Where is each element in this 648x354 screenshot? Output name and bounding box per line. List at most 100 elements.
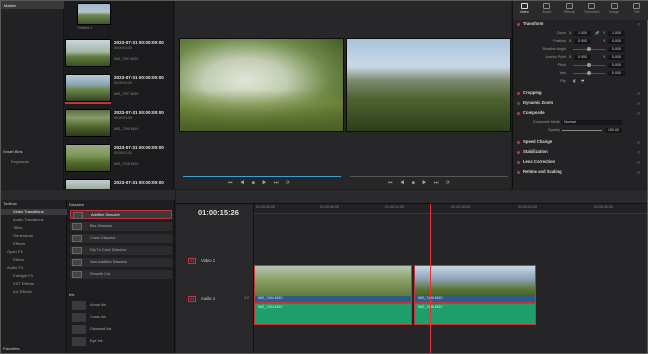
sidebar-item-filters[interactable]: Filters (1, 257, 67, 263)
reset-icon[interactable]: ↺ (637, 170, 640, 175)
sidebar-item-effects[interactable]: Effects (1, 241, 67, 247)
section-transform[interactable]: Transform ↺ (515, 21, 646, 29)
section-lens-correction[interactable]: Lens Correction ↺ (515, 159, 646, 167)
transition-eye-iris[interactable]: Eye Iris (70, 336, 172, 347)
transition-blur-dissolve[interactable]: Blur Dissolve (70, 222, 172, 231)
flip-vertical-icon[interactable]: ⬒ (581, 79, 584, 83)
tab-audio[interactable]: Audio (536, 3, 558, 20)
sidebar-item-open-fx[interactable]: Open FX (1, 249, 67, 255)
reset-icon[interactable]: ↺ (637, 160, 640, 165)
group-iris[interactable]: Iris (69, 292, 74, 297)
tab-video[interactable]: Video (513, 3, 535, 20)
flip-horizontal-icon[interactable]: ◧ (573, 79, 576, 83)
section-retime-scaling[interactable]: Retime and Scaling ↺ (515, 169, 646, 177)
tab-image[interactable]: Image (603, 3, 625, 20)
transition-cross-iris[interactable]: Cross Iris (70, 312, 172, 323)
opacity-slider[interactable] (562, 130, 602, 131)
timeline-viewer[interactable] (346, 38, 511, 132)
reset-icon[interactable]: ↺ (637, 150, 640, 155)
source-viewer[interactable] (179, 38, 344, 132)
audio-track-id[interactable]: A1 (188, 296, 197, 302)
sidebar-item-au-effects[interactable]: AU Effects (1, 289, 67, 295)
tab-file[interactable]: File (626, 3, 648, 20)
audio-clip-b[interactable]: IMG_7436.MOV (414, 303, 536, 325)
sidebar-item-vst-effects[interactable]: VST Effects (1, 281, 67, 287)
transition-arrow-iris[interactable]: Arrow Iris (70, 300, 172, 311)
transition-diamond-iris[interactable]: Diamond Iris (70, 324, 172, 335)
anchor-y-field[interactable]: 0.000 (608, 55, 625, 60)
composite-mode-select[interactable]: Normal (562, 120, 622, 125)
transition-dip-to-color[interactable]: Dip To Color Dissolve (70, 246, 172, 255)
position-x-field[interactable]: 0.000 (574, 39, 591, 44)
clip-sub: 00:00:01:00 (114, 116, 132, 120)
enable-dot[interactable] (517, 171, 520, 174)
yaw-field[interactable]: 0.000 (608, 71, 625, 76)
clip-sub: 00:00:01:00 (114, 81, 132, 85)
section-speed-change[interactable]: Speed Change ↺ (515, 139, 646, 147)
reset-icon[interactable]: ↺ (637, 111, 640, 116)
sidebar-item-audio-fx[interactable]: Audio FX (1, 265, 67, 271)
bin-master[interactable]: Master (1, 1, 64, 9)
position-y-field[interactable]: 0.000 (608, 39, 625, 44)
timeline-transport-controls[interactable]: ⏮ ◀ ■ ▶ ⏭ ⟳ (388, 180, 453, 186)
keywords-bin[interactable]: Keywords (3, 159, 64, 164)
tab-effects[interactable]: Effects (558, 3, 580, 20)
tab-transition[interactable]: Transition (581, 3, 603, 20)
section-cropping[interactable]: Cropping ↺ (515, 90, 646, 98)
section-dynamic-zoom[interactable]: Dynamic Zoom ↺ (515, 100, 646, 108)
sidebar-item-fairlight-fx[interactable]: Fairlight FX (1, 273, 67, 279)
playhead[interactable] (430, 204, 431, 353)
timeline-scrubber[interactable] (350, 176, 508, 177)
section-composite[interactable]: Composite ↺ (515, 110, 646, 118)
enable-dot[interactable] (517, 102, 520, 105)
video-clip-b[interactable]: IMG_7436.MOV (414, 265, 536, 303)
sidebar-item-audio-transitions[interactable]: Audio Transitions (1, 217, 67, 223)
video-track-id[interactable]: V1 (188, 258, 197, 264)
enable-dot[interactable] (517, 112, 520, 115)
opacity-field[interactable]: 100.00 (605, 128, 622, 133)
timeline-ruler[interactable]: 01:00:00:00 01:00:06:00 01:00:12:00 01:0… (254, 204, 647, 214)
ruler-tick: 01:00:24:00 (518, 205, 537, 209)
reset-icon[interactable]: ↺ (637, 101, 640, 106)
zoom-y-field[interactable]: 1.000 (608, 31, 625, 36)
enable-dot[interactable] (517, 141, 520, 144)
media-clip[interactable]: 2023-07-31 00:00:00:00 00:00:01:00 IMG_7… (65, 107, 173, 142)
reset-icon[interactable]: ↺ (637, 140, 640, 145)
transition-cross-dissolve[interactable]: Cross Dissolve (70, 234, 172, 243)
clip-name: IMG_7218.MOV (114, 162, 139, 166)
source-scrubber[interactable] (183, 176, 341, 177)
favorites-group[interactable]: Favorites (1, 346, 67, 352)
toolbox-group[interactable]: Toolbox (1, 201, 67, 207)
reset-icon[interactable]: ↺ (637, 22, 640, 27)
audio-clip-a[interactable]: IMG_7434.MOV (254, 303, 412, 325)
zoom-x-field[interactable]: 1.000 (574, 31, 591, 36)
source-transport-controls[interactable]: ⏮ ◀ ■ ▶ ⏭ ⟳ (228, 180, 293, 186)
clip-used-marker (65, 102, 111, 104)
media-clip[interactable]: 2023-07-31 00:00:00:00 00:00:01:00 IMG_7… (65, 72, 173, 107)
rotation-field[interactable]: 0.000 (608, 47, 625, 52)
sidebar-item-generators[interactable]: Generators (1, 233, 67, 239)
clip-thumbnail (65, 39, 111, 67)
reset-icon[interactable]: ↺ (637, 91, 640, 96)
section-stabilization[interactable]: Stabilization ↺ (515, 149, 646, 157)
enable-dot[interactable] (517, 92, 520, 95)
timeline-clip-item[interactable]: Timeline 1 (65, 1, 173, 36)
pitch-field[interactable]: 0.000 (608, 63, 625, 68)
enable-dot[interactable] (517, 161, 520, 164)
media-clip[interactable]: 2023-07-31 00:00:00:00 00:00:01:00 IMG_7… (65, 37, 173, 72)
media-clip[interactable]: 2023-07-31 00:00:00:00 00:00:01:00 IMG_7… (65, 142, 173, 177)
enable-dot[interactable] (517, 23, 520, 26)
ruler-tick: 01:00:00:00 (256, 205, 275, 209)
transition-smooth-cut[interactable]: Smooth Cut (70, 270, 172, 279)
sidebar-item-titles[interactable]: Titles (1, 225, 67, 231)
transition-additive-dissolve[interactable]: Additive Dissolve (70, 210, 172, 219)
smart-bins-label[interactable]: Smart Bins (3, 149, 64, 154)
transition-non-additive[interactable]: Non-Additive Dissolve (70, 258, 172, 267)
media-clip[interactable]: 2023-07-31 00:00:00:00 (65, 177, 173, 189)
anchor-x-field[interactable]: 0.000 (574, 55, 591, 60)
sidebar-item-video-transitions[interactable]: Video Transitions (1, 209, 67, 215)
video-clip-a[interactable]: IMG_7434.MOV (254, 265, 412, 303)
group-dissolve[interactable]: Dissolve (69, 202, 84, 207)
enable-dot[interactable] (517, 151, 520, 154)
slider-knob (587, 47, 591, 51)
